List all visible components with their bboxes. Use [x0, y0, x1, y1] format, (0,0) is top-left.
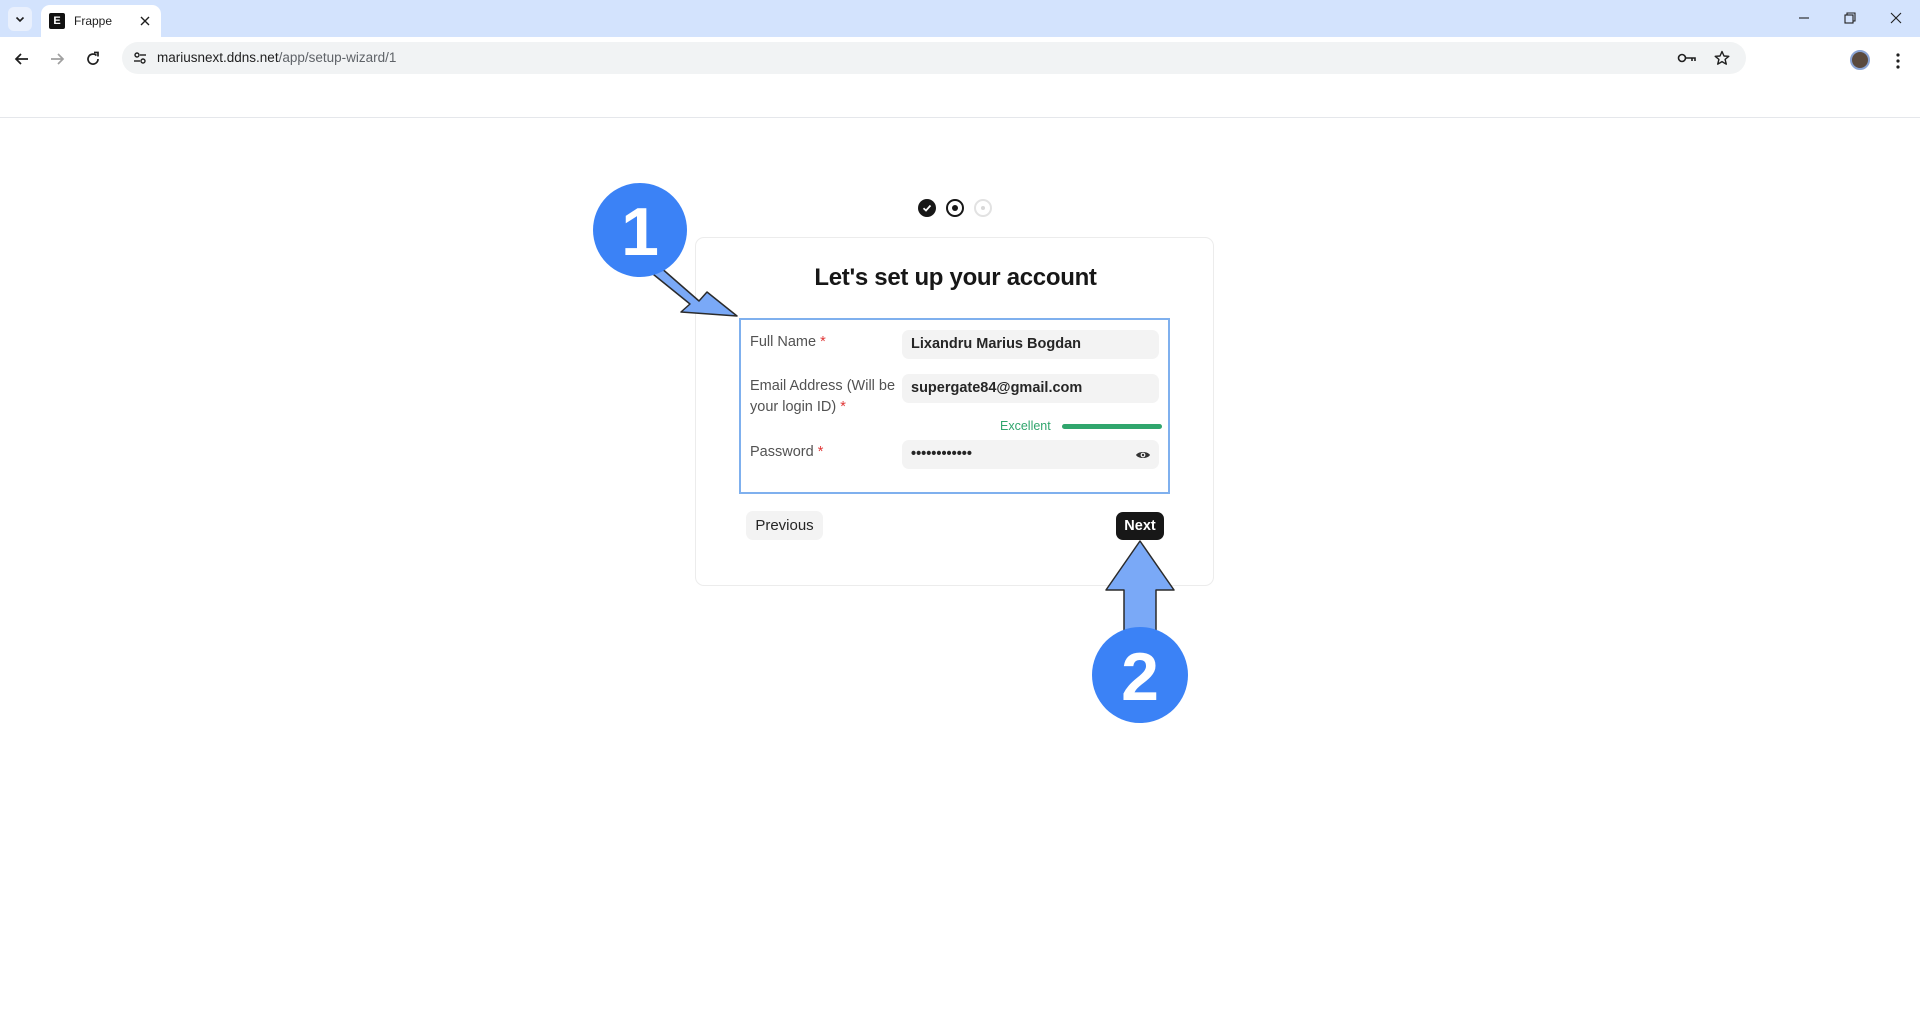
- more-vertical-icon: [1896, 53, 1900, 69]
- email-label: Email Address (Will be your login ID) *: [750, 376, 895, 418]
- address-bar[interactable]: mariusnext.ddns.net/app/setup-wizard/1: [122, 42, 1746, 74]
- password-strength-fill: [1062, 424, 1162, 429]
- eye-icon[interactable]: [1135, 447, 1151, 463]
- annotation-badge-2: [1092, 627, 1188, 723]
- required-mark: *: [817, 444, 824, 460]
- restore-icon: [1844, 12, 1856, 24]
- close-icon: [1890, 12, 1902, 24]
- site-info-button[interactable]: [130, 48, 150, 68]
- url-text: mariusnext.ddns.net/app/setup-wizard/1: [157, 50, 396, 65]
- tab-title: Frappe: [74, 14, 113, 28]
- close-icon: [140, 16, 150, 26]
- setup-wizard-card: Let's set up your account Full Name * Li…: [695, 237, 1214, 586]
- forward-button[interactable]: [44, 46, 70, 72]
- reload-icon: [87, 51, 99, 65]
- tune-icon: [134, 52, 146, 64]
- previous-button[interactable]: Previous: [746, 511, 823, 540]
- check-icon: [922, 204, 932, 212]
- key-icon: [1677, 53, 1696, 63]
- annotation-badge-1-number: 1: [621, 194, 659, 270]
- annotation-badge-1: [593, 183, 687, 277]
- full-name-input[interactable]: Lixandru Marius Bogdan: [902, 330, 1159, 359]
- password-strength-bar: [1062, 424, 1162, 429]
- account-form: Full Name * Lixandru Marius Bogdan Email…: [739, 318, 1170, 494]
- password-key-button[interactable]: [1677, 48, 1697, 68]
- email-label-line2: your login ID) *: [750, 397, 895, 418]
- password-label-text: Password: [750, 444, 814, 460]
- tab-search-button[interactable]: [8, 7, 32, 31]
- bookmark-button[interactable]: [1712, 48, 1732, 68]
- reload-button[interactable]: [80, 46, 106, 72]
- arrow-left-icon: [14, 53, 28, 65]
- url-host: mariusnext.ddns.net: [157, 50, 279, 65]
- page-header-divider: [0, 117, 1920, 118]
- step-1-completed: [918, 199, 936, 217]
- frappe-favicon-icon: E: [49, 13, 65, 29]
- back-button[interactable]: [9, 46, 35, 72]
- password-strength-label: Excellent: [1000, 419, 1051, 433]
- minimize-icon: [1799, 17, 1809, 19]
- step-2-current: [946, 199, 964, 217]
- password-label: Password *: [750, 442, 823, 463]
- annotation-badge-2-number: 2: [1121, 639, 1159, 715]
- browser-menu-button[interactable]: [1886, 49, 1910, 73]
- password-masked-value: ••••••••••••: [911, 446, 972, 462]
- chevron-down-icon: [15, 16, 25, 23]
- tab-close-button[interactable]: [136, 12, 154, 30]
- page-title: Let's set up your account: [814, 264, 1097, 291]
- email-input[interactable]: supergate84@gmail.com: [902, 374, 1159, 403]
- url-path: /app/setup-wizard/1: [278, 50, 397, 65]
- email-label-line1: Email Address (Will be: [750, 378, 896, 394]
- next-button[interactable]: Next: [1116, 512, 1164, 540]
- minimize-button[interactable]: [1788, 3, 1820, 33]
- arrow-right-icon: [51, 53, 65, 65]
- profile-avatar[interactable]: [1850, 50, 1870, 70]
- wizard-step-indicator: [918, 199, 992, 217]
- restore-button[interactable]: [1834, 3, 1866, 33]
- step-3-pending: [974, 199, 992, 217]
- required-mark: *: [820, 334, 826, 350]
- password-input[interactable]: ••••••••••••: [902, 440, 1159, 469]
- full-name-label: Full Name *: [750, 332, 826, 353]
- browser-toolbar: mariusnext.ddns.net/app/setup-wizard/1: [0, 37, 1920, 82]
- star-icon: [1714, 50, 1730, 65]
- required-mark: *: [840, 399, 846, 415]
- email-label-line2-text: your login ID): [750, 399, 837, 415]
- window-close-button[interactable]: [1880, 3, 1912, 33]
- full-name-label-text: Full Name: [750, 334, 817, 350]
- browser-tab[interactable]: E Frappe: [41, 5, 161, 37]
- browser-tabstrip: E Frappe: [0, 0, 1920, 37]
